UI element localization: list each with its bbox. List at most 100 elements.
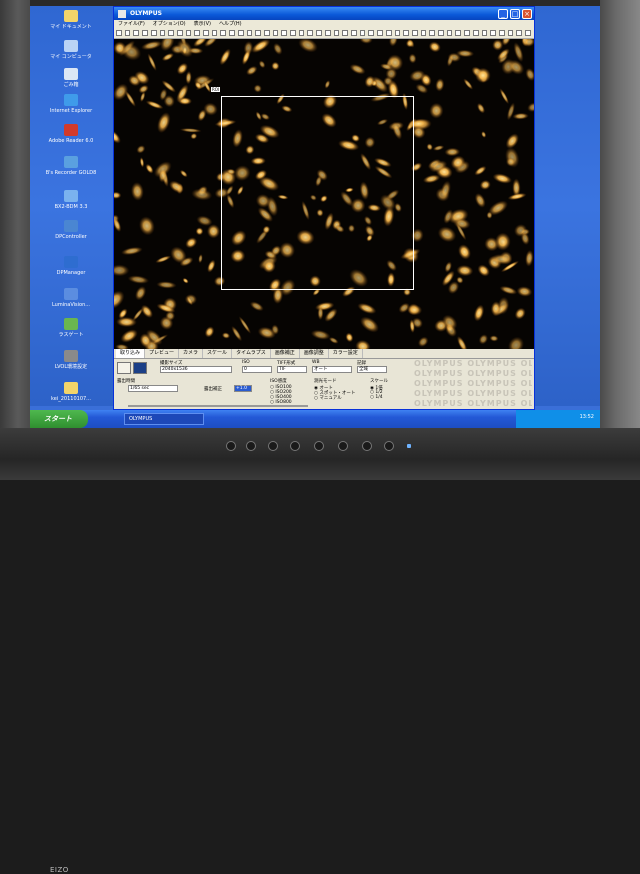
toolbar-tool-icon[interactable] bbox=[394, 30, 401, 36]
toolbar-tool-icon[interactable] bbox=[455, 30, 462, 36]
toolbar-tool-icon[interactable] bbox=[255, 30, 261, 36]
toolbar-tool-icon[interactable] bbox=[481, 30, 488, 36]
exposure-slider[interactable] bbox=[128, 405, 308, 407]
toolbar-tool-icon[interactable] bbox=[168, 30, 174, 36]
minimize-icon[interactable]: _ bbox=[498, 8, 508, 19]
toolbar-tool-icon[interactable] bbox=[307, 30, 314, 36]
toolbar-tool-icon[interactable] bbox=[281, 30, 288, 36]
toolbar-tool-icon[interactable] bbox=[429, 30, 436, 36]
toolbar-tool-icon[interactable] bbox=[142, 30, 148, 36]
tab-capture[interactable]: 取り込み bbox=[116, 349, 146, 358]
toolbar-tool-icon[interactable] bbox=[124, 30, 131, 36]
desktop-icon[interactable]: Adobe Reader 6.0 bbox=[38, 124, 104, 144]
toolbar-tool-icon[interactable] bbox=[420, 30, 427, 36]
monitor-button-7[interactable] bbox=[362, 441, 372, 451]
monitor-button-5[interactable] bbox=[314, 441, 324, 451]
toolbar-tool-icon[interactable] bbox=[377, 30, 383, 36]
toolbar-tool-icon[interactable] bbox=[150, 30, 157, 36]
monitor-button-4[interactable] bbox=[290, 441, 300, 451]
close-icon[interactable]: × bbox=[522, 8, 532, 19]
menu-file[interactable]: ファイル(F) bbox=[118, 20, 145, 28]
toolbar-tool-icon[interactable] bbox=[194, 30, 201, 36]
taskbar-item-olympus[interactable]: OLYMPUS bbox=[124, 413, 204, 425]
toolbar-tool-icon[interactable] bbox=[246, 30, 253, 36]
tab-camera[interactable]: カメラ bbox=[179, 349, 204, 358]
toolbar-tool-icon[interactable] bbox=[507, 30, 514, 36]
monitor-button-6[interactable] bbox=[338, 441, 348, 451]
toolbar-tool-icon[interactable] bbox=[411, 30, 418, 36]
toolbar-tool-icon[interactable] bbox=[498, 30, 505, 36]
desktop-icon[interactable]: LuminaVision... bbox=[38, 288, 104, 308]
start-button[interactable]: スタート bbox=[30, 410, 88, 428]
toolbar-tool-icon[interactable] bbox=[229, 30, 235, 36]
exposure-comp-field[interactable]: +1.0 bbox=[234, 385, 252, 392]
desktop-icon[interactable]: DPManager bbox=[38, 256, 104, 276]
toolbar-tool-icon[interactable] bbox=[438, 30, 444, 36]
menu-help[interactable]: ヘルプ(H) bbox=[219, 20, 242, 28]
toolbar-tool-icon[interactable] bbox=[298, 30, 305, 36]
exposure-time-field[interactable]: 1/65 sec bbox=[128, 385, 178, 392]
desktop-icon[interactable]: ラスゲート bbox=[38, 318, 104, 338]
scale-radio-quarter[interactable]: ○ 1/4 bbox=[370, 395, 383, 400]
window-titlebar[interactable]: OLYMPUS _ □ × bbox=[114, 7, 534, 20]
toolbar-tool-icon[interactable] bbox=[350, 30, 357, 36]
toolbar-tool-icon[interactable] bbox=[133, 30, 140, 36]
wb-select[interactable]: オート bbox=[312, 366, 352, 373]
tab-preview[interactable]: プレビュー bbox=[145, 349, 180, 358]
metering-radio-manual[interactable]: ○ マニュアル bbox=[314, 395, 342, 401]
microscope-image-viewer[interactable]: ROI bbox=[114, 39, 534, 349]
desktop-icon[interactable]: マイ ドキュメント bbox=[38, 10, 104, 30]
tab-scale[interactable]: スケール bbox=[203, 349, 233, 358]
desktop-icon[interactable]: DPController bbox=[38, 220, 104, 240]
toolbar-tool-icon[interactable] bbox=[446, 30, 453, 36]
iso-field[interactable]: 0 bbox=[242, 366, 272, 373]
toolbar-tool-icon[interactable] bbox=[211, 30, 218, 36]
tab-color-settings[interactable]: カラー設定 bbox=[329, 349, 363, 358]
mode-select[interactable]: 2040x1536 bbox=[160, 366, 232, 373]
desktop-icon[interactable]: BX2-BDM 3.3 bbox=[38, 190, 104, 210]
toolbar-tool-icon[interactable] bbox=[272, 30, 279, 36]
menu-options[interactable]: オプション(O) bbox=[153, 20, 186, 28]
tab-image-adjust[interactable]: 画像調整 bbox=[300, 349, 329, 358]
desktop-icon[interactable]: マイ コンピュータ bbox=[38, 40, 104, 60]
monitor-button-3[interactable] bbox=[268, 441, 278, 451]
capture-button[interactable] bbox=[133, 362, 147, 374]
toolbar-tool-icon[interactable] bbox=[220, 30, 227, 36]
monitor-button-2[interactable] bbox=[246, 441, 256, 451]
toolbar-tool-icon[interactable] bbox=[159, 30, 166, 36]
tab-image-correction[interactable]: 画像補正 bbox=[271, 349, 300, 358]
roi-rectangle[interactable] bbox=[221, 96, 414, 290]
toolbar-tool-icon[interactable] bbox=[464, 30, 470, 36]
toolbar-tool-icon[interactable] bbox=[316, 30, 322, 36]
toolbar-tool-icon[interactable] bbox=[368, 30, 375, 36]
toolbar-tool-icon[interactable] bbox=[263, 30, 270, 36]
toolbar-tool-icon[interactable] bbox=[385, 30, 392, 36]
toolbar-tool-icon[interactable] bbox=[203, 30, 209, 36]
maximize-icon[interactable]: □ bbox=[510, 8, 520, 19]
toolbar-tool-icon[interactable] bbox=[525, 30, 531, 36]
desktop-icon[interactable]: kei_20110107... bbox=[38, 382, 104, 402]
toolbar-tool-icon[interactable] bbox=[516, 30, 523, 36]
desktop-icon[interactable]: ごみ箱 bbox=[38, 68, 104, 88]
toolbar-tool-icon[interactable] bbox=[342, 30, 348, 36]
desktop-icon[interactable]: LVOL環境設定 bbox=[38, 350, 104, 370]
toolbar-tool-icon[interactable] bbox=[333, 30, 340, 36]
desktop-icon[interactable]: Internet Explorer bbox=[38, 94, 104, 114]
toolbar-tool-icon[interactable] bbox=[324, 30, 331, 36]
recording-select[interactable]: 全域 bbox=[357, 366, 387, 373]
toolbar-tool-icon[interactable] bbox=[359, 30, 366, 36]
format-select[interactable]: TIF bbox=[277, 366, 307, 373]
tab-timelapse[interactable]: タイムラプス bbox=[232, 349, 271, 358]
desktop-icon[interactable]: B's Recorder GOLD8 bbox=[38, 156, 104, 176]
toolbar-tool-icon[interactable] bbox=[403, 30, 409, 36]
menu-view[interactable]: 表示(V) bbox=[194, 20, 211, 28]
toolbar-tool-icon[interactable] bbox=[116, 30, 122, 36]
toolbar-tool-icon[interactable] bbox=[176, 30, 183, 36]
monitor-button-8[interactable] bbox=[384, 441, 394, 451]
toolbar-tool-icon[interactable] bbox=[490, 30, 496, 36]
live-button[interactable] bbox=[117, 362, 131, 374]
toolbar-tool-icon[interactable] bbox=[237, 30, 244, 36]
toolbar-tool-icon[interactable] bbox=[290, 30, 296, 36]
toolbar-tool-icon[interactable] bbox=[185, 30, 192, 36]
monitor-button-1[interactable] bbox=[226, 441, 236, 451]
